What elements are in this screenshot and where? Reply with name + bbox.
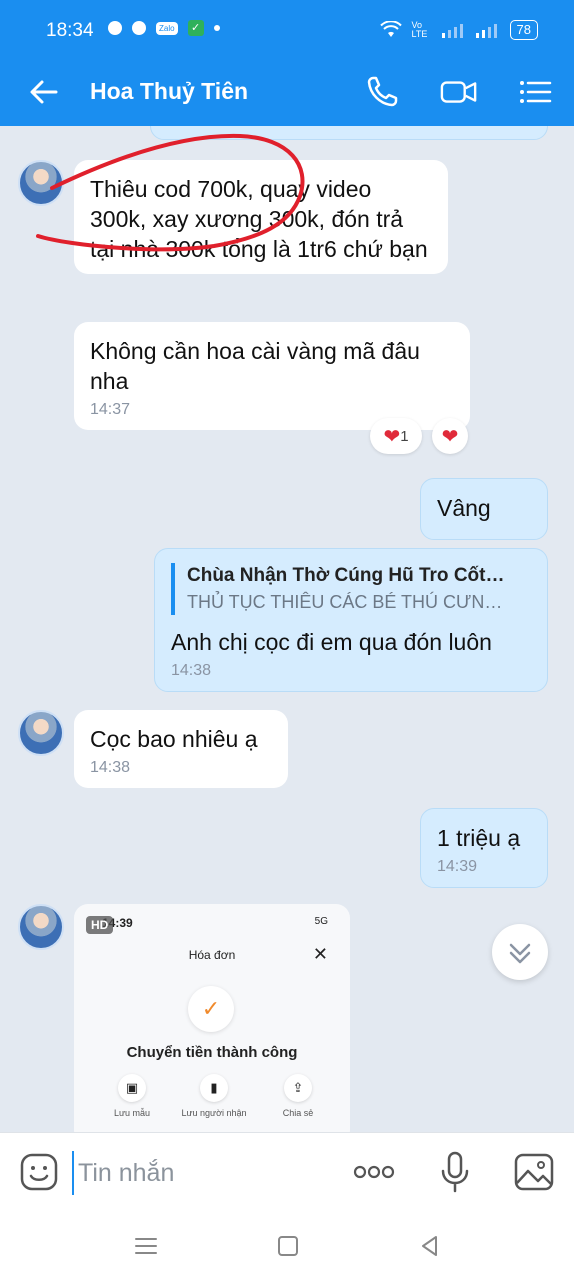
emoji-icon[interactable] — [20, 1153, 58, 1191]
back-nav-icon[interactable] — [416, 1232, 444, 1260]
incoming-message-bubble[interactable]: Không cần hoa cài vàng mã đâu nha 14:37 — [74, 322, 470, 430]
menu-list-icon[interactable] — [516, 74, 554, 110]
message-input[interactable] — [72, 1151, 332, 1195]
message-text: Cọc bao nhiêu ạ — [90, 726, 258, 752]
react-button[interactable]: ❤ — [432, 418, 468, 454]
save-template-action: ▣ Lưu mẫu — [92, 1074, 172, 1118]
message-time: 14:38 — [90, 759, 131, 776]
message-text: Vâng — [437, 495, 491, 521]
previous-message-bubble[interactable] — [150, 126, 548, 140]
receipt-title: Hóa đơn — [188, 948, 236, 962]
message-time: 14:39 — [437, 858, 478, 875]
wifi-icon — [379, 21, 402, 37]
outgoing-message-bubble[interactable]: 1 triệu ạ 14:39 — [420, 808, 548, 888]
outgoing-message-bubble[interactable]: Vâng — [420, 478, 548, 540]
save-icon: ▣ — [118, 1074, 146, 1102]
phone-icon[interactable] — [364, 74, 402, 110]
system-indicators: Vo LTE 78 — [379, 20, 538, 40]
message-time: 14:37 — [90, 401, 131, 418]
signal-icon — [441, 24, 463, 38]
message-text: 1 triệu ạ — [437, 825, 521, 851]
chat-header: Hoa Thuỷ Tiên — [0, 58, 574, 126]
shield-notification-icon — [132, 21, 146, 35]
status-bar: 18:34 Zalo ✓ Vo LTE 78 — [0, 0, 574, 58]
reaction-count: 1 — [400, 427, 409, 445]
quote-subtitle: THỦ TỤC THIÊU CÁC BÉ THÚ CƯN… — [187, 592, 503, 612]
message-time: 14:38 — [171, 662, 212, 679]
bookmark-icon: ▮ — [200, 1074, 228, 1102]
status-time: 18:34 — [46, 20, 94, 41]
avatar[interactable] — [18, 904, 64, 950]
save-recipient-action: ▮ Lưu người nhận — [174, 1074, 254, 1118]
battery-indicator: 78 — [509, 20, 538, 40]
message-text: Thiêu cod 700k, quay video 300k, xay xươ… — [90, 176, 428, 262]
quoted-message[interactable]: Chùa Nhận Thờ Cúng Hũ Tro Cốt… THỦ TỤC T… — [171, 563, 531, 615]
image-picker-icon[interactable] — [514, 1153, 554, 1191]
check-notification-icon: ✓ — [187, 20, 204, 36]
success-text: Chuyển tiền thành công — [126, 1044, 298, 1061]
image-message[interactable]: 14:39 HD 5G Hóa đơn ✕ ✓ Chuyển tiền thàn… — [74, 904, 350, 1132]
share-action: ⇪ Chia sẻ — [258, 1074, 338, 1118]
share-icon: ⇪ — [284, 1074, 312, 1102]
avatar[interactable] — [18, 710, 64, 756]
message-text: Anh chị cọc đi em qua đón luôn — [171, 629, 492, 655]
reaction-summary[interactable]: ❤ 1 — [370, 418, 422, 454]
composer-bar — [0, 1132, 574, 1212]
heart-icon: ❤ — [441, 425, 459, 448]
double-chevron-down-icon — [509, 943, 531, 964]
back-arrow-icon[interactable] — [28, 76, 60, 108]
quote-title: Chùa Nhận Thờ Cúng Hũ Tro Cốt… — [187, 565, 505, 586]
incoming-message-bubble[interactable]: Thiêu cod 700k, quay video 300k, xay xươ… — [74, 160, 448, 274]
scroll-to-bottom-button[interactable] — [492, 924, 548, 980]
message-text: Không cần hoa cài vàng mã đâu nha — [90, 338, 420, 394]
more-options-icon[interactable] — [352, 1159, 396, 1185]
check-icon: ✓ — [188, 986, 234, 1032]
volte-indicator: Vo LTE — [411, 20, 428, 39]
home-icon[interactable] — [274, 1232, 302, 1260]
system-navigation-bar — [0, 1212, 574, 1280]
chat-notification-icon — [108, 21, 122, 35]
avatar[interactable] — [18, 160, 64, 206]
contact-name[interactable]: Hoa Thuỷ Tiên — [90, 78, 248, 105]
microphone-icon[interactable] — [440, 1151, 470, 1193]
signal-icon-2 — [475, 24, 497, 38]
heart-icon: ❤ — [383, 425, 401, 448]
video-call-icon[interactable] — [440, 74, 478, 110]
hd-badge: HD — [86, 916, 114, 934]
screenshot-network: 5G — [314, 916, 328, 927]
close-icon: ✕ — [312, 944, 328, 964]
incoming-message-bubble[interactable]: Cọc bao nhiêu ạ 14:38 — [74, 710, 288, 788]
message-list[interactable]: Thiêu cod 700k, quay video 300k, xay xươ… — [0, 126, 574, 1132]
zalo-notification-icon: Zalo — [156, 21, 178, 35]
notification-icons: Zalo ✓ — [108, 20, 220, 36]
outgoing-reply-bubble[interactable]: Chùa Nhận Thờ Cúng Hũ Tro Cốt… THỦ TỤC T… — [154, 548, 548, 692]
more-notifications-icon — [213, 25, 220, 31]
recent-apps-icon[interactable] — [132, 1232, 160, 1260]
